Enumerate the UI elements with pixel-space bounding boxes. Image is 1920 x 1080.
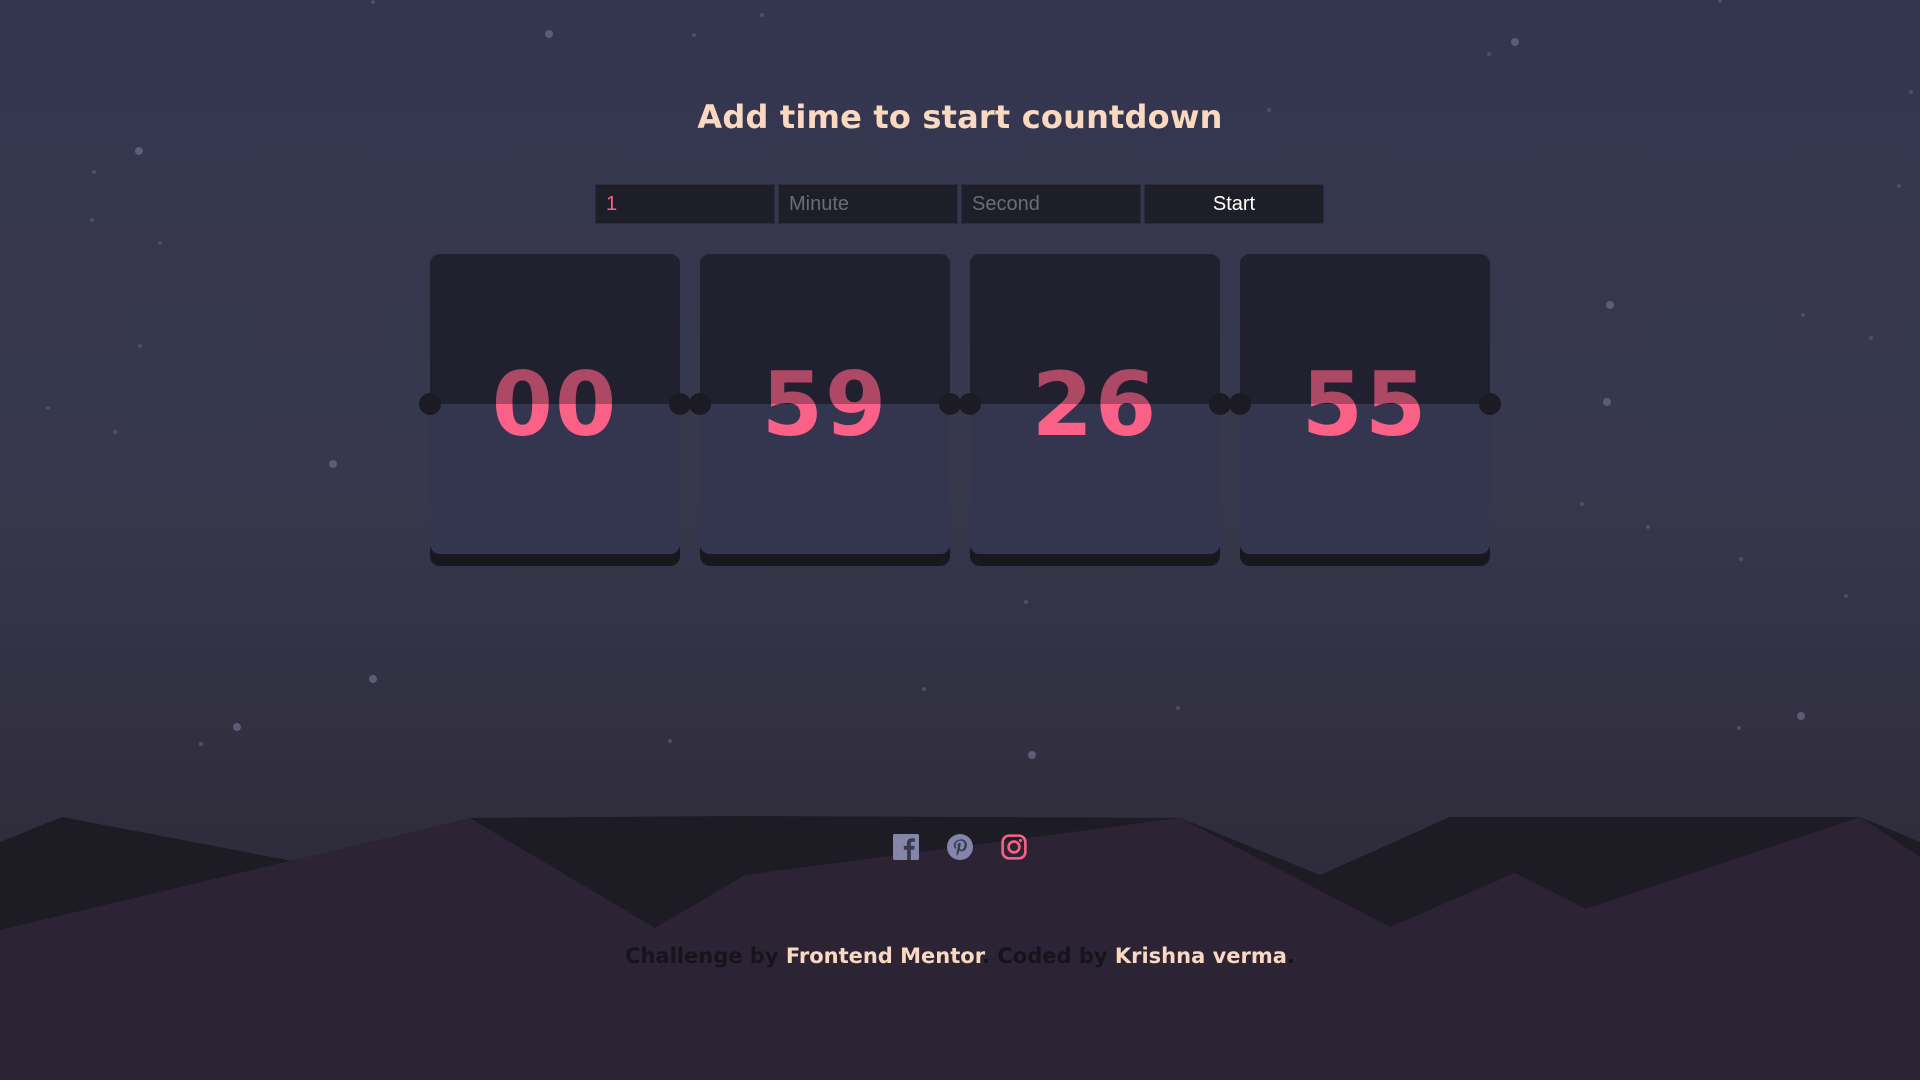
card-notch-left [689, 393, 711, 415]
card-notch-right [939, 393, 961, 415]
attribution-prefix: Challenge by [625, 944, 786, 968]
hours-value: 59 [761, 352, 889, 456]
minutes-value: 26 [1031, 352, 1159, 456]
card-notch-left [1229, 393, 1251, 415]
hours-card: 59 [689, 254, 961, 554]
attribution-suffix: . [1286, 944, 1295, 968]
pinterest-icon[interactable] [947, 834, 973, 860]
card-notch-left [419, 393, 441, 415]
start-button[interactable]: Start [1144, 184, 1324, 224]
card-notch-left [959, 393, 981, 415]
time-input-form: Start [595, 184, 1325, 224]
social-links [0, 834, 1920, 860]
days-value: 00 [491, 352, 619, 456]
attribution-middle: . Coded by [982, 944, 1115, 968]
card-notch-right [1479, 393, 1501, 415]
minute-input[interactable] [778, 184, 958, 224]
card-notch-right [669, 393, 691, 415]
countdown-cards: 00 59 26 55 [419, 254, 1501, 574]
minutes-card: 26 [959, 254, 1231, 554]
second-input[interactable] [961, 184, 1141, 224]
days-card: 00 [419, 254, 691, 554]
instagram-icon[interactable] [1001, 834, 1027, 860]
page-title: Add time to start countdown [697, 98, 1223, 136]
facebook-icon[interactable] [893, 834, 919, 860]
attribution: Challenge by Frontend Mentor. Coded by K… [0, 944, 1920, 968]
page-content: Add time to start countdown Start 00 59 … [0, 0, 1920, 1080]
author-link[interactable]: Krishna verma [1115, 944, 1287, 968]
hour-input[interactable] [595, 184, 775, 224]
card-notch-right [1209, 393, 1231, 415]
frontend-mentor-link[interactable]: Frontend Mentor [786, 944, 982, 968]
seconds-card: 55 [1229, 254, 1501, 554]
seconds-value: 55 [1301, 352, 1429, 456]
